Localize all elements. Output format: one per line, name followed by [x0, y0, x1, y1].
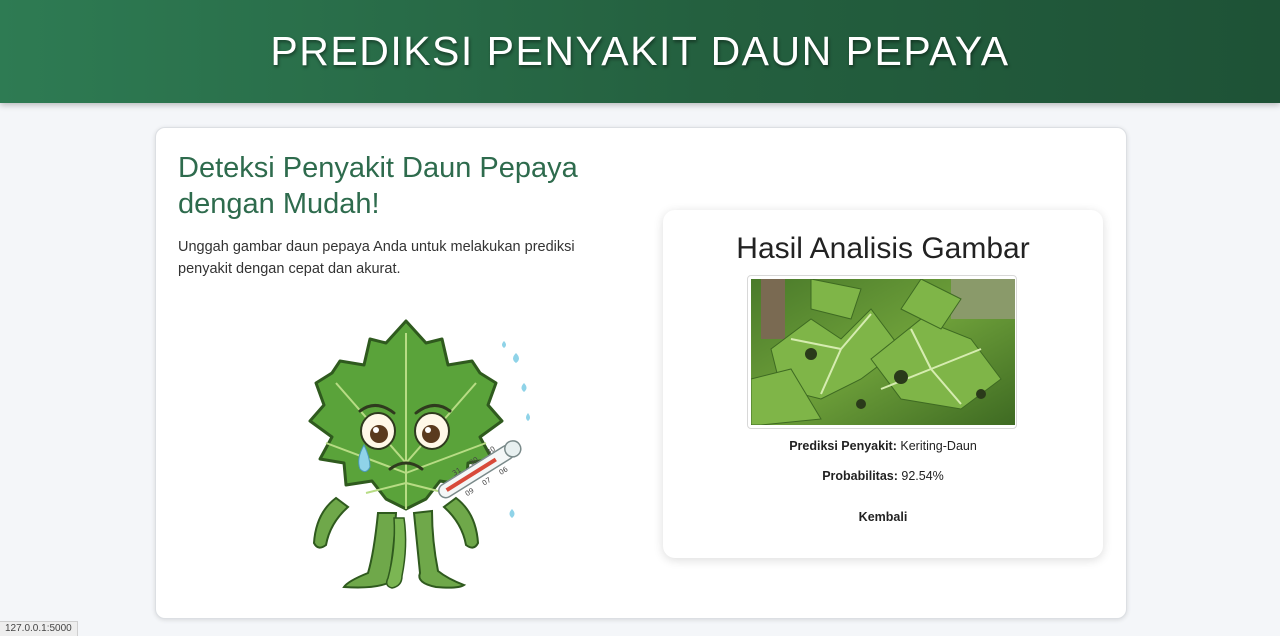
probability-line: Probabilitas: 92.54% — [663, 469, 1103, 483]
thermometer-mark: 09 — [464, 487, 476, 499]
prediction-line: Prediksi Penyakit: Keriting-Daun — [663, 439, 1103, 453]
main-card: Deteksi Penyakit Daun Pepaya dengan Muda… — [155, 127, 1127, 619]
sad-papaya-leaf-illustration: 31 30 30 09 07 06 — [308, 319, 530, 589]
uploaded-image-frame — [747, 275, 1017, 429]
intro-heading: Deteksi Penyakit Daun Pepaya dengan Muda… — [178, 152, 578, 220]
result-card: Hasil Analisis Gambar Prediksi Penyakit:… — [663, 210, 1103, 558]
intro-description: Unggah gambar daun pepaya Anda untuk mel… — [178, 239, 575, 277]
prediction-label: Prediksi Penyakit: — [789, 439, 897, 453]
thermometer-mark: 06 — [498, 465, 510, 477]
page-header: PREDIKSI PENYAKIT DAUN PEPAYA — [0, 0, 1280, 103]
thermometer-mark: 07 — [481, 476, 493, 488]
leaf-legs — [342, 509, 467, 589]
prediction-value: Keriting-Daun — [900, 439, 977, 453]
status-bar-url: 127.0.0.1:5000 — [0, 621, 78, 636]
probability-label: Probabilitas: — [822, 469, 898, 483]
probability-value: 92.54% — [901, 469, 944, 483]
back-button[interactable]: Kembali — [663, 510, 1103, 524]
result-title: Hasil Analisis Gambar — [736, 232, 1030, 265]
water-drops — [502, 341, 530, 518]
page-title: PREDIKSI PENYAKIT DAUN PEPAYA — [270, 28, 1010, 74]
uploaded-leaf-photo — [751, 279, 1015, 425]
